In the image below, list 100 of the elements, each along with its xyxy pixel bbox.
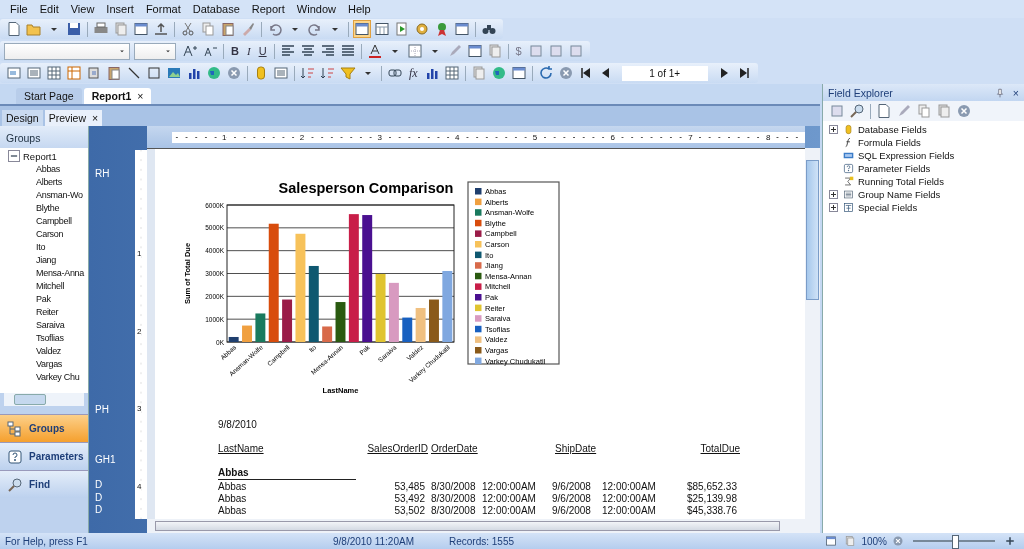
question-icon[interactable]: [7, 448, 23, 465]
tree-item[interactable]: Carson: [0, 228, 88, 241]
tree-icon[interactable]: [7, 420, 23, 437]
list-icon[interactable]: [26, 65, 42, 81]
circle-x-icon[interactable]: [226, 65, 242, 81]
currency-button[interactable]: $: [511, 45, 526, 57]
font-size-combo[interactable]: [134, 42, 176, 60]
tree-item[interactable]: Saraiva: [0, 319, 88, 332]
image-icon[interactable]: [166, 65, 182, 81]
window-icon[interactable]: [133, 21, 149, 37]
tree-item[interactable]: Tsoflias: [0, 332, 88, 345]
table-icon[interactable]: [66, 65, 82, 81]
new-icon[interactable]: [876, 103, 892, 119]
align-right-icon[interactable]: [319, 43, 336, 59]
close-button[interactable]: ×: [1012, 86, 1019, 99]
align-center-icon[interactable]: [299, 43, 316, 59]
calendar-icon[interactable]: [374, 21, 390, 37]
menu-item[interactable]: View: [64, 3, 101, 15]
document-tab[interactable]: Start Page: [16, 88, 82, 104]
field-category[interactable]: Running Total Fields: [858, 176, 944, 187]
window-icon[interactable]: [466, 43, 483, 59]
clipboard-icon[interactable]: [220, 21, 236, 37]
upload-icon[interactable]: [153, 21, 169, 37]
running-icon[interactable]: [843, 176, 854, 187]
font-color-icon[interactable]: [366, 43, 383, 59]
list-icon[interactable]: [273, 65, 289, 81]
view-tab[interactable]: Design: [2, 110, 43, 126]
nav-button[interactable]: Parameters: [0, 442, 88, 470]
tree-item[interactable]: Reiter: [0, 306, 88, 319]
param-icon[interactable]: [843, 163, 854, 174]
tree-item[interactable]: Varkey Chu: [0, 371, 88, 384]
tree-item[interactable]: Mitchell: [0, 280, 88, 293]
browse-icon[interactable]: [849, 103, 865, 119]
zoom-in-icon[interactable]: [1004, 535, 1016, 547]
tree-item[interactable]: Ansman-Wo: [0, 189, 88, 202]
expand-icon[interactable]: [829, 125, 838, 134]
window-icon[interactable]: [510, 65, 527, 81]
tree-item[interactable]: Valdez: [0, 345, 88, 358]
scrollbar[interactable]: [4, 393, 84, 406]
layout-icon[interactable]: [354, 21, 370, 37]
field-category[interactable]: Group Name Fields: [858, 189, 941, 200]
document-tab[interactable]: Report1 ×: [83, 88, 152, 104]
border-icon[interactable]: [406, 43, 423, 59]
frame-icon[interactable]: [6, 65, 22, 81]
special-icon[interactable]: [843, 202, 854, 213]
menu-item[interactable]: Edit: [33, 3, 65, 15]
tree-item[interactable]: Blythe: [0, 202, 88, 215]
grow-font-icon[interactable]: [182, 43, 198, 59]
vertical-scrollbar[interactable]: [805, 148, 820, 519]
field-category[interactable]: SQL Expression Fields: [858, 150, 955, 161]
arrow-page-icon[interactable]: [394, 21, 410, 37]
field-category[interactable]: Formula Fields: [858, 137, 921, 148]
clipboard-icon[interactable]: [106, 65, 122, 81]
tree-item[interactable]: Jiang: [0, 254, 88, 267]
text-style-button[interactable]: I: [242, 45, 255, 57]
justify-icon[interactable]: [339, 43, 356, 59]
menu-item[interactable]: Report: [245, 3, 291, 15]
line-icon[interactable]: [126, 65, 142, 81]
formula-button[interactable]: fx: [405, 65, 422, 81]
window-icon[interactable]: [454, 21, 470, 37]
zoom-out-icon[interactable]: [892, 535, 904, 547]
menu-item[interactable]: Help: [341, 3, 377, 15]
nav-button[interactable]: Find: [0, 470, 88, 498]
text-style-button[interactable]: U: [254, 45, 271, 57]
sort-icon[interactable]: [300, 65, 316, 81]
page-number-field[interactable]: 1 of 1+: [621, 65, 708, 81]
nav-button[interactable]: Groups: [0, 414, 88, 442]
grid-icon[interactable]: [46, 65, 62, 81]
expand-icon[interactable]: [829, 190, 838, 199]
tree-item[interactable]: Vargas: [0, 358, 88, 371]
menu-item[interactable]: Database: [186, 3, 246, 15]
page-icon[interactable]: [6, 21, 22, 37]
redo-icon[interactable]: [307, 21, 323, 37]
magnifier-icon[interactable]: [7, 476, 23, 493]
field-category[interactable]: Parameter Fields: [858, 163, 931, 174]
menu-item[interactable]: Format: [139, 3, 187, 15]
collapse-icon[interactable]: [8, 149, 20, 162]
expand-icon[interactable]: [829, 203, 838, 212]
field-category[interactable]: Database Fields: [858, 124, 927, 135]
sort-icon[interactable]: [320, 65, 336, 81]
refresh-icon[interactable]: [537, 65, 554, 81]
globe-icon[interactable]: [206, 65, 222, 81]
gear-icon[interactable]: [414, 21, 430, 37]
copy-icon[interactable]: [200, 21, 216, 37]
list-icon[interactable]: [843, 189, 854, 200]
view-icon[interactable]: [825, 535, 838, 547]
tree-item[interactable]: Abbas: [0, 163, 88, 176]
delete-icon[interactable]: [956, 103, 972, 119]
tree-item[interactable]: Alberts: [0, 176, 88, 189]
field-category[interactable]: Special Fields: [858, 202, 918, 213]
sql-icon[interactable]: [843, 150, 854, 161]
tree-item[interactable]: Pak: [0, 293, 88, 306]
horizontal-scrollbar[interactable]: [147, 519, 820, 533]
font-name-combo[interactable]: [4, 42, 130, 60]
menu-item[interactable]: Window: [290, 3, 342, 15]
text-style-button[interactable]: B: [227, 45, 243, 57]
zoom-slider[interactable]: [952, 535, 959, 549]
tree-item[interactable]: Mensa-Anna: [0, 267, 88, 280]
undo-icon[interactable]: [267, 21, 283, 37]
globe-icon[interactable]: [490, 65, 507, 81]
